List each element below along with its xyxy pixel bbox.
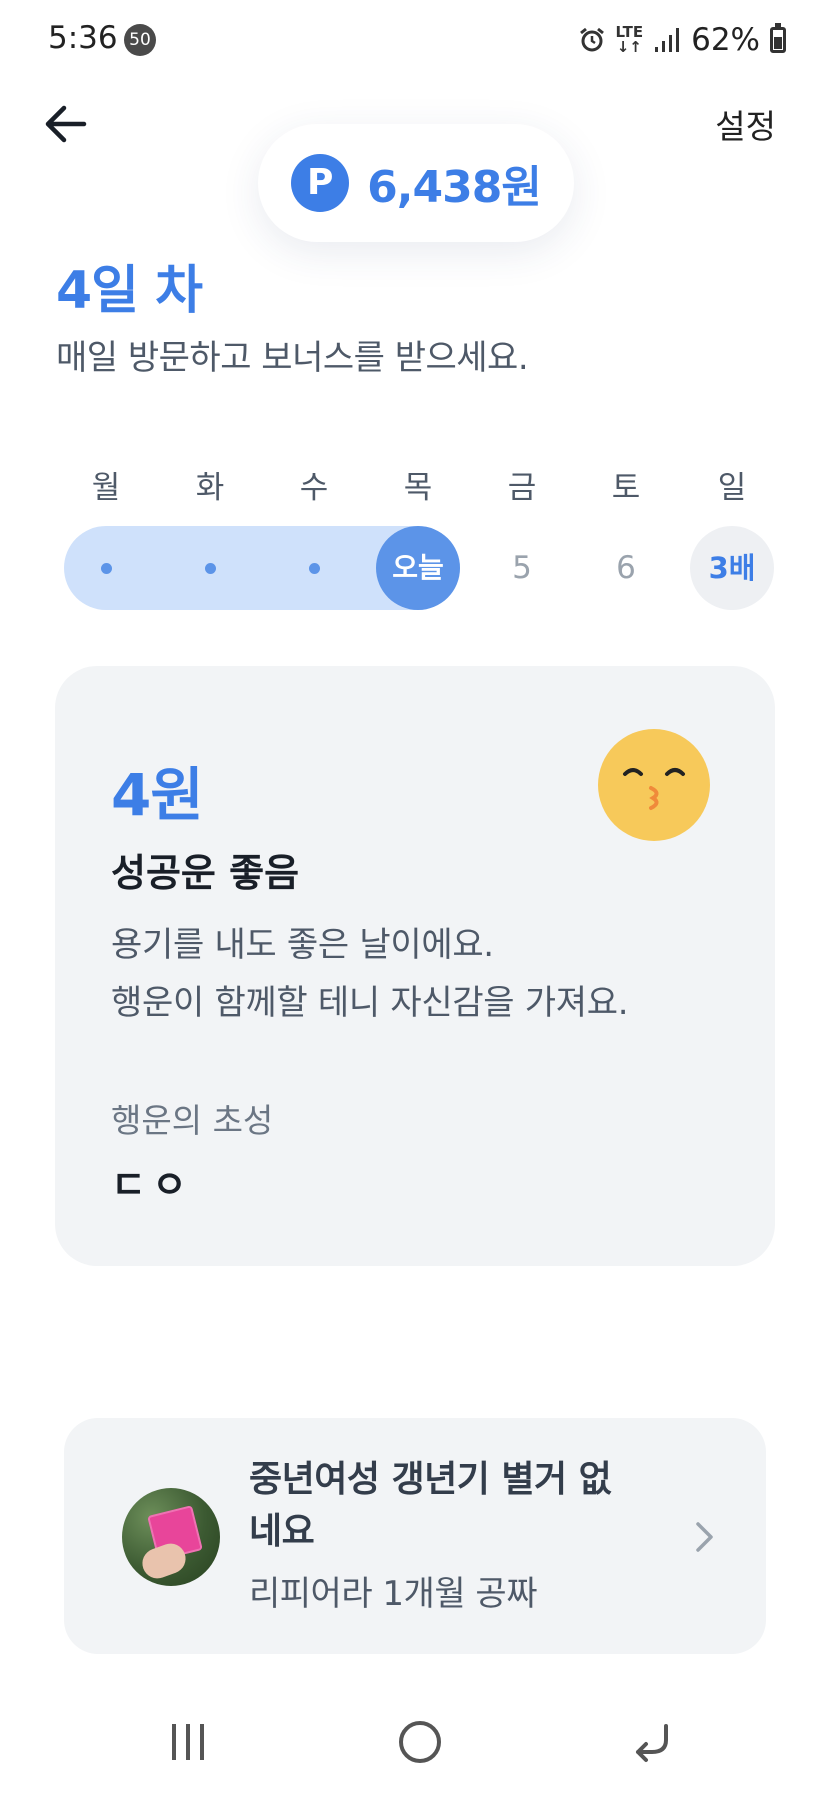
attendance-subtitle: 매일 방문하고 보너스를 받으세요. [56, 338, 529, 378]
point-amount: 6,438원 [367, 162, 542, 213]
day-sat: 6 [584, 526, 668, 610]
day-sun-bonus: 3배 [690, 526, 774, 610]
fortune-description-line-1: 용기를 내도 좋은 날이에요. [111, 925, 494, 965]
fortune-description: 용기를 내도 좋은 날이에요. 행운이 함께할 테니 자신감을 가져요. [111, 916, 629, 1032]
bonus-multiplier-badge: 3배 [690, 526, 774, 610]
kissing-face-icon [598, 729, 710, 841]
checked-dot-icon [100, 562, 112, 574]
notification-count-badge: 50 [124, 24, 156, 56]
weekday-label-wed: 수 [299, 470, 329, 506]
day-tue-checked [168, 526, 252, 610]
fortune-reward-amount: 4원 [111, 761, 204, 829]
weekday-label-sun: 일 [717, 470, 747, 506]
weekday-label-sat: 토 [611, 470, 641, 506]
home-button[interactable] [380, 1712, 460, 1772]
fortune-title: 성공운 좋음 [111, 851, 300, 895]
alarm-icon [579, 27, 604, 52]
day-fri: 5 [480, 526, 564, 610]
screen: 5:36 50 LTE ↓↑ 62% 설정 P 6,438원 4일 차 매일 방… [0, 0, 830, 1798]
back-button[interactable] [612, 1712, 692, 1772]
recent-apps-icon [172, 1724, 204, 1760]
ad-subtitle: 리피어라 1개월 공짜 [249, 1574, 538, 1614]
weekday-label-tue: 화 [195, 470, 225, 506]
day-mon-checked [64, 526, 148, 610]
settings-button[interactable]: 설정 [715, 100, 776, 148]
weekday-labels: 월 화 수 목 금 토 일 [64, 462, 774, 506]
checked-dot-icon [308, 562, 320, 574]
future-day-number: 6 [616, 550, 636, 586]
weekday-label-mon: 월 [91, 470, 121, 506]
ad-banner[interactable]: 중년여성 갱년기 별거 없네요 리피어라 1개월 공짜 [64, 1418, 766, 1654]
weekday-label-fri: 금 [507, 470, 537, 506]
lte-icon: LTE ↓↑ [616, 25, 644, 55]
signal-icon [655, 28, 680, 52]
data-arrows-icon: ↓↑ [616, 38, 642, 56]
day-thu-today: 오늘 [376, 526, 460, 610]
lucky-initials-value: ㄷㅇ [111, 1163, 193, 1207]
point-balance[interactable]: P 6,438원 [258, 124, 574, 242]
attendance-progress: 오늘 5 6 3배 [64, 526, 774, 610]
ad-title: 중년여성 갱년기 별거 없네요 [249, 1459, 612, 1552]
recent-apps-button[interactable] [148, 1712, 228, 1772]
today-badge: 오늘 [376, 526, 460, 610]
back-return-icon [636, 1724, 668, 1762]
fortune-description-line-2: 행운이 함께할 테니 자신감을 가져요. [111, 983, 629, 1023]
day-wed-checked [272, 526, 356, 610]
system-nav-bar [0, 1690, 830, 1798]
lucky-initials-label: 행운의 초성 [111, 1101, 274, 1140]
future-day-number: 5 [512, 550, 532, 586]
chevron-right-icon [696, 1522, 713, 1552]
fortune-card: 4원 성공운 좋음 용기를 내도 좋은 날이에요. 행운이 함께할 테니 자신감… [55, 666, 775, 1266]
battery-percent: 62% [691, 22, 760, 58]
checked-dot-icon [204, 562, 216, 574]
point-icon: P [291, 154, 350, 212]
back-arrow-icon[interactable] [38, 96, 94, 152]
weekday-label-thu: 목 [403, 470, 433, 506]
home-circle-icon [399, 1721, 441, 1763]
attendance-day-title: 4일 차 [56, 261, 203, 321]
status-indicators: LTE ↓↑ 62% [578, 20, 786, 60]
battery-icon [770, 23, 786, 53]
ad-thumbnail [122, 1488, 220, 1586]
status-bar: 5:36 50 LTE ↓↑ 62% [0, 0, 830, 80]
status-time: 5:36 [48, 20, 118, 56]
